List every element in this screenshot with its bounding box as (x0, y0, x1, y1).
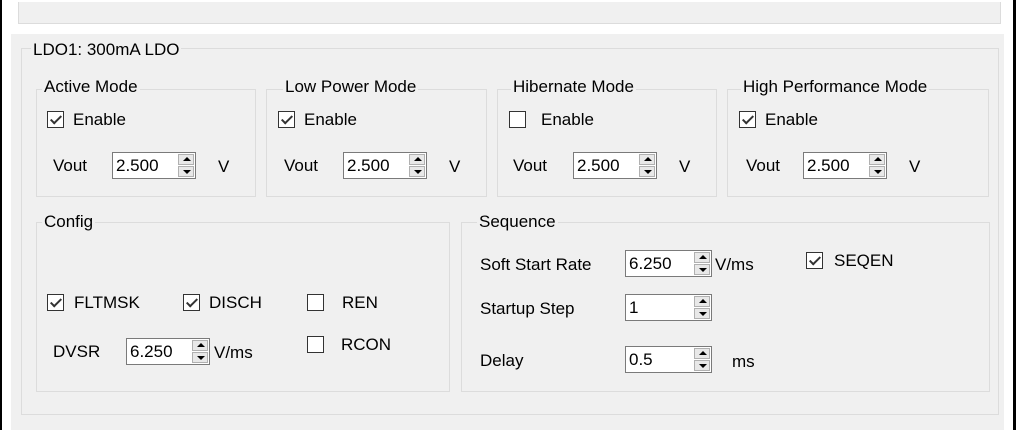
active-mode-vout-unit: V (218, 157, 230, 176)
seqen-label: SEQEN (834, 251, 894, 270)
seqen-checkbox[interactable] (806, 252, 823, 269)
high-performance-mode-vout-value: 2.500 (807, 156, 850, 175)
low-power-mode-vout-label: Vout (284, 156, 319, 175)
spin-down-icon[interactable] (639, 166, 655, 177)
ldo-group-title: LDO1: 300mA LDO (31, 40, 182, 60)
spin-down-icon[interactable] (178, 166, 194, 177)
spin-up-icon[interactable] (694, 296, 710, 307)
hibernate-mode-vout-spinner[interactable]: 2.500 (573, 152, 657, 179)
hibernate-mode-group (497, 89, 717, 197)
soft-start-rate-value: 6.250 (629, 254, 672, 273)
high-performance-mode-group (727, 89, 989, 197)
spin-up-icon[interactable] (694, 252, 710, 263)
high-performance-mode-enable-checkbox[interactable] (739, 111, 756, 128)
fltmsk-label: FLTMSK (74, 293, 140, 312)
low-power-mode-vout-unit: V (449, 157, 461, 176)
spin-down-icon[interactable] (409, 166, 425, 177)
sequence-title: Sequence (477, 212, 558, 232)
startup-step-label: Startup Step (480, 299, 575, 318)
low-power-mode-group (266, 89, 487, 197)
spin-down-icon[interactable] (694, 308, 710, 319)
high-performance-mode-vout-label: Vout (746, 156, 781, 175)
low-power-mode-enable-label: Enable (304, 110, 357, 129)
soft-start-rate-spinner[interactable]: 6.250 (625, 250, 712, 277)
dvsr-spinner[interactable]: 6.250 (126, 338, 210, 365)
active-mode-enable-checkbox[interactable] (47, 111, 64, 128)
startup-step-spinner[interactable]: 1 (625, 294, 712, 321)
ldo-panel: LDO1: 300mA LDO Active Mode Enable Vout … (11, 34, 1004, 430)
spin-up-icon[interactable] (178, 154, 194, 165)
dvsr-unit: V/ms (214, 343, 253, 362)
soft-start-rate-label: Soft Start Rate (480, 255, 592, 274)
spin-up-icon[interactable] (869, 154, 885, 165)
active-mode-enable-label: Enable (73, 110, 126, 129)
spin-up-icon[interactable] (192, 340, 208, 351)
high-performance-mode-enable-label: Enable (765, 110, 818, 129)
low-power-mode-enable-checkbox[interactable] (278, 111, 295, 128)
spin-up-icon[interactable] (409, 154, 425, 165)
spin-down-icon[interactable] (869, 166, 885, 177)
delay-unit: ms (732, 352, 755, 371)
startup-step-value: 1 (629, 298, 639, 317)
ren-label: REN (342, 293, 378, 312)
high-performance-mode-vout-spinner[interactable]: 2.500 (803, 152, 887, 179)
disch-label: DISCH (209, 293, 262, 312)
rcon-checkbox[interactable] (307, 336, 324, 353)
dvsr-label: DVSR (53, 342, 101, 361)
low-power-mode-title: Low Power Mode (283, 77, 419, 97)
hibernate-mode-vout-unit: V (679, 157, 691, 176)
config-title: Config (42, 212, 96, 232)
spin-down-icon[interactable] (694, 360, 710, 371)
high-performance-mode-title: High Performance Mode (741, 77, 930, 97)
active-mode-group (36, 89, 256, 197)
top-panel (18, 2, 1001, 24)
low-power-mode-vout-spinner[interactable]: 2.500 (343, 152, 427, 179)
hibernate-mode-title: Hibernate Mode (511, 77, 636, 97)
spin-down-icon[interactable] (192, 352, 208, 363)
rcon-label: RCON (341, 335, 392, 354)
dvsr-value: 6.250 (130, 342, 173, 361)
spin-up-icon[interactable] (639, 154, 655, 165)
active-mode-vout-label: Vout (53, 156, 88, 175)
hibernate-mode-enable-checkbox[interactable] (509, 111, 526, 128)
fltmsk-checkbox[interactable] (47, 294, 64, 311)
active-mode-title: Active Mode (42, 77, 140, 97)
delay-label: Delay (480, 351, 524, 370)
soft-start-rate-unit: V/ms (715, 255, 754, 274)
spin-up-icon[interactable] (694, 348, 710, 359)
ren-checkbox[interactable] (307, 294, 324, 311)
delay-value: 0.5 (629, 350, 653, 369)
spin-down-icon[interactable] (694, 264, 710, 275)
hibernate-mode-enable-label: Enable (541, 110, 594, 129)
delay-spinner[interactable]: 0.5 (625, 346, 712, 373)
hibernate-mode-vout-value: 2.500 (577, 156, 620, 175)
disch-checkbox[interactable] (183, 294, 200, 311)
high-performance-mode-vout-unit: V (909, 157, 921, 176)
low-power-mode-vout-value: 2.500 (347, 156, 390, 175)
active-mode-vout-value: 2.500 (116, 156, 159, 175)
window-border-left (0, 0, 2, 430)
active-mode-vout-spinner[interactable]: 2.500 (112, 152, 196, 179)
hibernate-mode-vout-label: Vout (513, 156, 548, 175)
